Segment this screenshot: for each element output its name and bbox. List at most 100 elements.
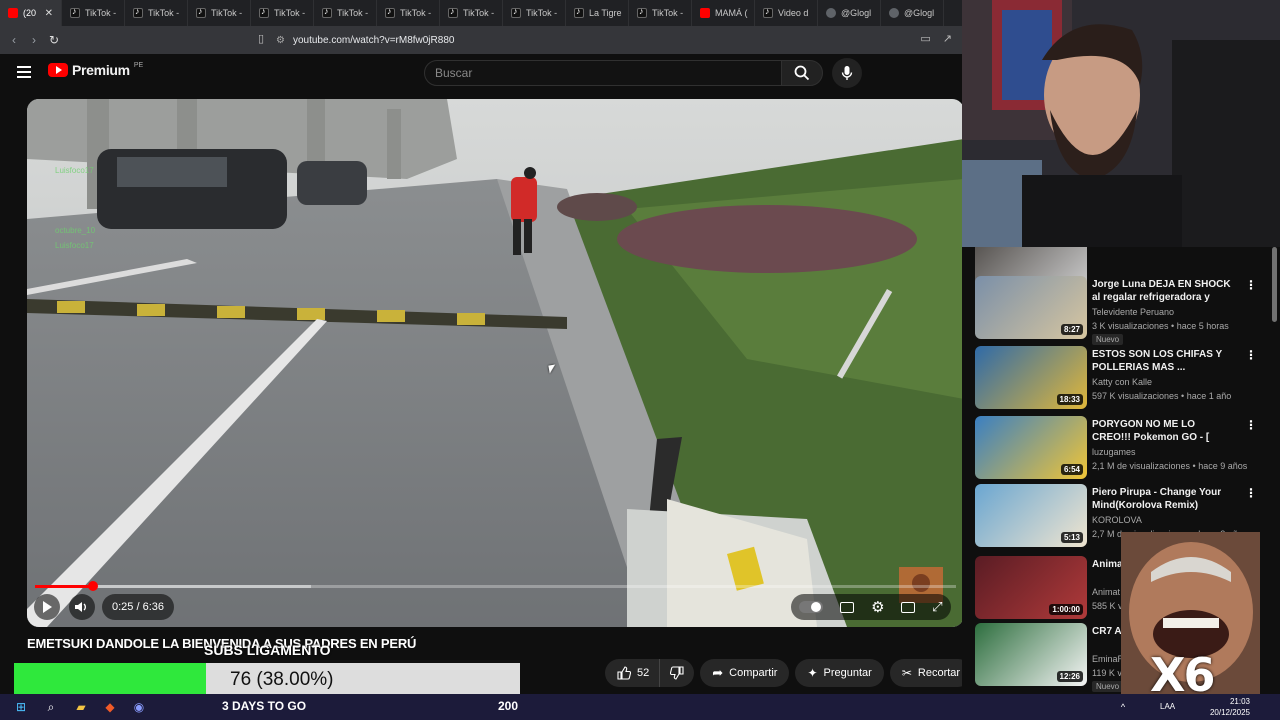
miniplayer-icon[interactable] <box>901 601 916 613</box>
settings-gear-icon[interactable]: ⚙ <box>871 598 884 616</box>
autoplay-toggle[interactable] <box>799 601 824 613</box>
video-thumbnail[interactable]: 1:00:00 <box>975 556 1087 619</box>
start-icon[interactable]: ⊞ <box>12 698 30 716</box>
browser-tab[interactable]: @Glogl <box>881 0 944 26</box>
browser-tab[interactable]: TikTok - <box>188 0 251 26</box>
channel-name[interactable]: Katty con Kalle <box>1092 377 1152 387</box>
voice-search-button[interactable] <box>832 58 862 88</box>
ask-label: Preguntar <box>823 667 872 679</box>
more-vert-icon[interactable]: ⋮ <box>1245 278 1257 292</box>
tiktok-favicon-icon <box>196 6 206 18</box>
tiktok-favicon-icon <box>448 6 458 18</box>
reload-icon[interactable]: ↻ <box>44 33 64 47</box>
taskbar-search-icon[interactable]: ⌕ <box>42 698 60 716</box>
channel-name[interactable]: Televidente Peruano <box>1092 307 1174 317</box>
browser-tab[interactable]: La Tigre <box>566 0 629 26</box>
taskbar-clock[interactable]: 21:03 20/12/2025 <box>1210 694 1250 718</box>
bookmark-icon[interactable]: ▯ <box>258 32 264 45</box>
menu-icon[interactable] <box>17 66 31 78</box>
channel-name[interactable]: luzugames <box>1092 447 1136 457</box>
video-meta: 119 K vi <box>1092 668 1124 678</box>
close-tab-icon[interactable]: ✕ <box>45 8 53 19</box>
tiktok-favicon-icon <box>322 6 332 18</box>
recommended-video[interactable]: 8:27 Jorge Luna DEJA EN SHOCK al regalar … <box>975 276 1275 345</box>
tray-chevron-icon[interactable]: ^ <box>1114 698 1132 716</box>
recommended-title[interactable]: Piero Pirupa - Change Your Mind(Korolova… <box>1092 486 1232 512</box>
scissors-icon: ✂ <box>901 666 912 680</box>
sparkle-icon: ✦ <box>807 666 818 680</box>
search-placeholder: Buscar <box>435 66 473 80</box>
fullscreen-icon[interactable]: ⤢ <box>932 599 942 615</box>
channel-name[interactable]: EminaR <box>1092 654 1124 664</box>
browser-tab[interactable]: TikTok - <box>62 0 125 26</box>
youtube-logo[interactable]: Premium PE <box>48 62 143 78</box>
tab-label: TikTok - <box>400 8 432 18</box>
ask-button[interactable]: ✦ Preguntar <box>795 659 884 687</box>
microphone-icon <box>841 66 853 80</box>
dislike-button[interactable] <box>659 659 695 687</box>
duration-badge: 18:33 <box>1056 394 1083 405</box>
browser-tab[interactable]: TikTok - <box>125 0 188 26</box>
channel-name[interactable]: Animat <box>1092 587 1120 597</box>
recommended-title[interactable]: Jorge Luna DEJA EN SHOCK al regalar refr… <box>1092 278 1232 304</box>
video-actions: 52 ➦ Compartir ✦ Preguntar ✂ Recortar ••… <box>605 659 1007 687</box>
volume-button[interactable] <box>69 594 95 620</box>
duration-badge: 5:13 <box>1060 532 1083 543</box>
mouse-cursor <box>548 364 557 374</box>
more-vert-icon[interactable]: ⋮ <box>1245 418 1257 432</box>
recommended-title[interactable]: ESTOS SON LOS CHIFAS Y POLLERIAS MAS ... <box>1092 348 1232 374</box>
progress-bar[interactable] <box>35 581 956 591</box>
video-meta: 597 K visualizaciones • hace 1 año <box>1092 391 1232 401</box>
browser-tab[interactable]: (20 ✕ <box>0 0 62 26</box>
browser-tab[interactable]: TikTok - <box>503 0 566 26</box>
share-icon: ➦ <box>712 665 724 680</box>
browser-tab[interactable]: TikTok - <box>629 0 692 26</box>
chat-line: Luisfoco17 <box>55 166 94 175</box>
file-explorer-icon[interactable]: ▰ <box>72 698 90 716</box>
like-button[interactable]: 52 <box>605 659 660 687</box>
thumbs-up-icon <box>617 666 631 680</box>
subs-goal-bar: 76 (38.00%) <box>14 663 520 694</box>
browser-tab[interactable]: @Glogl <box>818 0 881 26</box>
browser-tab[interactable]: MAMÁ ( <box>692 0 755 26</box>
share-page-icon[interactable]: ↗ <box>943 32 952 45</box>
browser-tab[interactable]: TikTok - <box>377 0 440 26</box>
site-info-icon[interactable]: ⚙ <box>276 35 285 46</box>
cast-icon[interactable]: ▭ <box>920 32 930 45</box>
recommended-title[interactable]: PORYGON NO ME LO CREO!!! Pokemon GO - [ … <box>1092 418 1232 444</box>
more-vert-icon[interactable]: ⋮ <box>1245 486 1257 500</box>
video-thumbnail[interactable]: 6:54 <box>975 416 1087 479</box>
video-thumbnail[interactable]: 12:26 <box>975 623 1087 686</box>
clip-button[interactable]: ✂ Recortar <box>889 659 973 687</box>
thumbs-down-icon <box>670 666 684 680</box>
video-player[interactable]: Luisfoco17 octubre_10 Luisfoco17 0:25 / 6:… <box>27 99 964 627</box>
brave-browser-icon[interactable]: ◆ <box>101 698 119 716</box>
recommended-video[interactable]: 18:33 ESTOS SON LOS CHIFAS Y POLLERIAS MA… <box>975 346 1275 410</box>
forward-icon[interactable]: › <box>24 33 44 47</box>
play-button[interactable] <box>34 594 60 620</box>
browser-tab[interactable]: TikTok - <box>314 0 377 26</box>
video-meta: 3 K visualizaciones • hace 5 horas <box>1092 321 1229 331</box>
video-frame <box>27 99 964 627</box>
url-field[interactable]: ⚙ youtube.com/watch?v=rM8fw0jR880 <box>276 30 956 50</box>
video-thumbnail[interactable]: 18:33 <box>975 346 1087 409</box>
recommended-video[interactable]: 6:54 PORYGON NO ME LO CREO!!! Pokemon GO … <box>975 416 1275 480</box>
language-indicator[interactable]: LAA <box>1160 702 1175 711</box>
browser-tab[interactable]: TikTok - <box>251 0 314 26</box>
subtitles-icon[interactable] <box>840 601 855 613</box>
discord-icon[interactable]: ◉ <box>130 698 148 716</box>
goal-target: 200 <box>498 699 519 713</box>
tab-label: La Tigre <box>589 8 622 18</box>
back-icon[interactable]: ‹ <box>4 33 24 47</box>
share-button[interactable]: ➦ Compartir <box>700 659 790 687</box>
browser-tab[interactable]: Video d <box>755 0 818 26</box>
search-input[interactable]: Buscar <box>424 60 782 86</box>
tiktok-favicon-icon <box>511 6 521 18</box>
video-thumbnail[interactable]: 8:27 <box>975 276 1087 339</box>
search-button[interactable] <box>781 60 823 86</box>
more-vert-icon[interactable]: ⋮ <box>1245 348 1257 362</box>
channel-name[interactable]: KOROLOVA <box>1092 515 1142 525</box>
video-thumbnail[interactable]: 5:13 <box>975 484 1087 547</box>
tiktok-favicon-icon <box>637 6 647 18</box>
browser-tab[interactable]: TikTok - <box>440 0 503 26</box>
